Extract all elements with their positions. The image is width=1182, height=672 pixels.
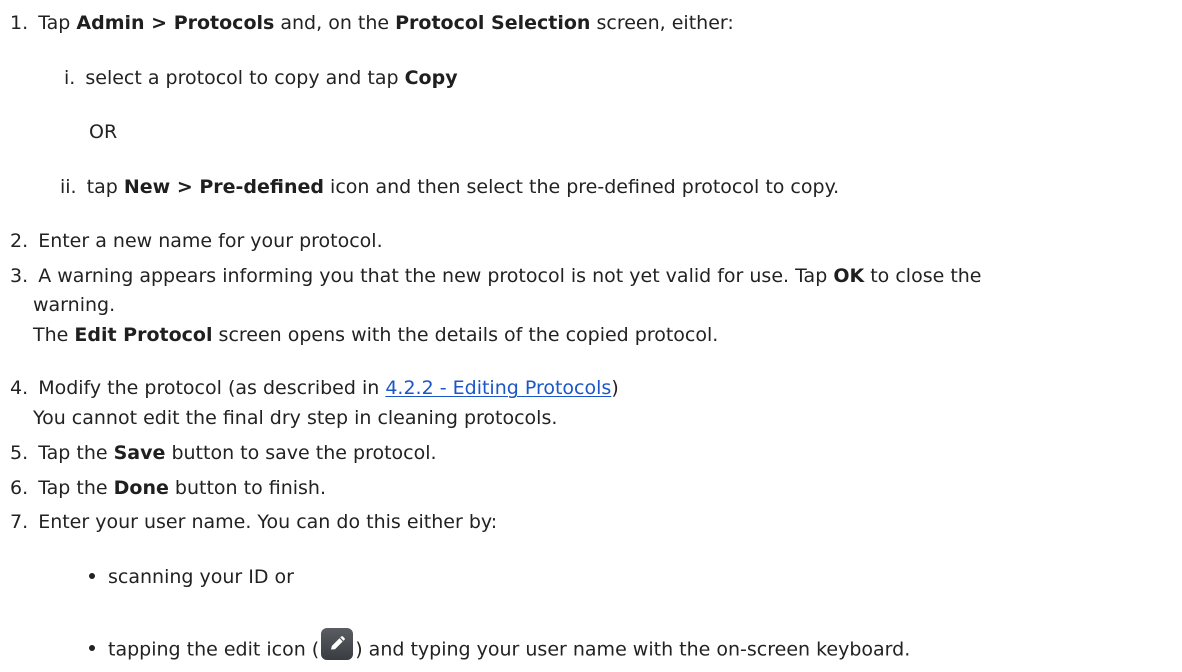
step-1: 1. Tap Admin > Protocols and, on the Pro… [10,11,734,35]
step-text: warning. [33,294,116,316]
step-text: button to save the protocol. [165,442,437,464]
button-name: Save [113,442,166,464]
step-3-note: The Edit Protocol screen opens with the … [33,323,718,347]
button-name: Copy [404,67,458,89]
note-text: screen opens with the details of the cop… [212,324,719,346]
menu-path: New > Pre-defined [123,176,324,198]
step-2: 2. Enter a new name for your protocol. [10,229,383,253]
bullet-text: scanning your ID or [108,566,294,588]
step-number: 4. [10,377,29,399]
substep-ii: ii. tap New > Pre-defined icon and then … [60,175,839,199]
step-number: 3. [10,265,29,287]
step-6: 6. Tap the Done button to finish. [10,476,326,500]
step-text: ) [611,377,619,399]
step-text: Tap the [38,477,114,499]
screen-name: Edit Protocol [74,324,213,346]
bullet-icon [89,572,95,579]
or-text: OR [89,121,118,143]
step-number: 5. [10,442,29,464]
step-3: 3. A warning appears informing you that … [10,264,982,288]
step-text: Enter a new name for your protocol. [38,230,383,252]
bullet-text: ) and typing your user name with the on-… [355,638,911,661]
step-5: 5. Tap the Save button to save the proto… [10,441,437,465]
step-text: to close the [864,265,982,287]
step-3-continuation: warning. [33,293,115,317]
step-text: Enter your user name. You can do this ei… [38,511,498,533]
step-text: Tap [38,12,77,34]
step-text: Modify the protocol (as described in [38,377,386,399]
menu-path: Admin > Protocols [76,12,275,34]
note-text: The [33,324,75,346]
screen-name: Protocol Selection [395,12,591,34]
button-name: OK [833,265,865,287]
bullet-item: tapping the edit icon ( ) and typing your… [89,628,911,662]
note-text: You cannot edit the final dry step in cl… [33,407,558,429]
step-number: 2. [10,230,29,252]
step-text: button to finish. [168,477,327,499]
step-7: 7. Enter your user name. You can do this… [10,510,497,534]
editing-protocols-link[interactable]: 4.2.2 - Editing Protocols [385,377,611,399]
step-number: 1. [10,12,29,34]
step-text: screen, either: [590,12,734,34]
step-text: Tap the [38,442,114,464]
or-separator: OR [89,120,117,144]
bullet-text: tapping the edit icon ( [108,638,320,661]
substep-text: icon and then select the pre-defined pro… [324,176,840,198]
step-text: and, on the [274,12,396,34]
step-number: 7. [10,511,29,533]
button-name: Done [113,477,169,499]
substep-text: select a protocol to copy and tap [85,67,405,89]
substep-text: tap [86,176,124,198]
bullet-icon [89,645,95,651]
bullet-item: scanning your ID or [89,565,294,589]
substep-number: i. [64,67,76,89]
step-text: A warning appears informing you that the… [38,265,834,287]
step-4-note: You cannot edit the final dry step in cl… [33,406,557,430]
substep-i: i. select a protocol to copy and tap Cop… [64,66,458,90]
step-number: 6. [10,477,29,499]
substep-number: ii. [60,176,77,198]
pencil-edit-icon [321,628,354,660]
step-4: 4. Modify the protocol (as described in … [10,376,619,400]
